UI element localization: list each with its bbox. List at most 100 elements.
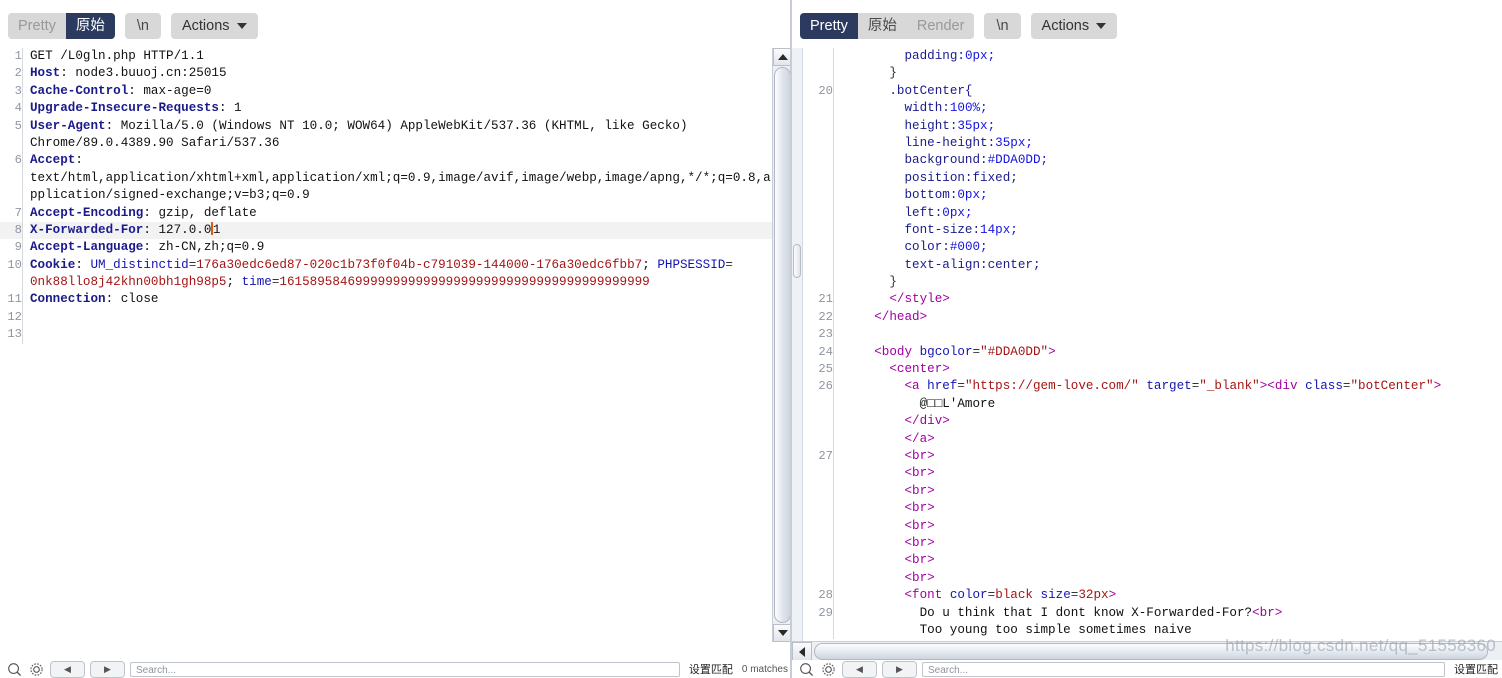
code-line-content[interactable]: Chrome/89.0.4389.90 Safari/537.36 bbox=[23, 135, 793, 152]
code-line-content[interactable]: Connection: close bbox=[23, 291, 793, 308]
code-line: @□□L'Amore bbox=[803, 395, 1502, 414]
code-line-content[interactable]: left:0px; bbox=[834, 205, 1502, 222]
code-line-content[interactable]: color:#000; bbox=[834, 239, 1502, 256]
response-hscroll-thumb[interactable] bbox=[814, 643, 1488, 660]
request-newline-button[interactable]: \n bbox=[124, 13, 161, 39]
code-line-content[interactable]: text/html,application/xhtml+xml,applicat… bbox=[23, 170, 793, 187]
code-line-content[interactable]: </head> bbox=[834, 309, 1502, 326]
code-line-content[interactable]: background:#DDA0DD; bbox=[834, 152, 1502, 169]
code-line-content[interactable]: font-size:14px; bbox=[834, 222, 1502, 239]
panel-divider[interactable] bbox=[790, 0, 792, 678]
code-token: <br> bbox=[904, 518, 935, 533]
line-number: 22 bbox=[803, 308, 834, 327]
code-line-content[interactable] bbox=[834, 326, 1502, 343]
code-line-content[interactable]: <br> bbox=[834, 500, 1502, 517]
request-editor[interactable]: 1 GET /L0gln.php HTTP/1.1 2 Host: node3.buu… bbox=[0, 48, 792, 642]
line-number bbox=[803, 134, 834, 153]
scroll-left-icon[interactable] bbox=[792, 642, 812, 661]
response-tab-render[interactable]: Render bbox=[906, 13, 975, 39]
code-line-content[interactable]: <br> bbox=[834, 448, 1502, 465]
code-line-content[interactable]: <br> bbox=[834, 570, 1502, 587]
code-line-content[interactable]: <a href="https://gem-love.com/" target="… bbox=[834, 378, 1502, 395]
code-line-content[interactable]: Accept-Language: zh-CN,zh;q=0.9 bbox=[23, 239, 793, 256]
response-horizontal-scrollbar[interactable] bbox=[792, 641, 1502, 661]
response-tab-pretty[interactable]: Pretty bbox=[800, 13, 858, 39]
code-line-content[interactable]: <br> bbox=[834, 465, 1502, 482]
code-line-content[interactable]: <br> bbox=[834, 552, 1502, 569]
code-token: bottom: bbox=[904, 188, 958, 203]
code-line-content[interactable]: Accept-Encoding: gzip, deflate bbox=[23, 205, 793, 222]
code-line-content[interactable] bbox=[23, 326, 793, 343]
code-line-content[interactable]: <br> bbox=[834, 535, 1502, 552]
response-prev-match-button[interactable]: ◀ bbox=[842, 660, 877, 678]
code-line-content[interactable]: <br> bbox=[834, 518, 1502, 535]
code-line-content[interactable]: <center> bbox=[834, 361, 1502, 378]
response-next-match-button[interactable]: ▶ bbox=[882, 660, 917, 678]
request-match-settings-label[interactable]: 设置匹配 bbox=[685, 661, 737, 677]
code-line-content[interactable]: } bbox=[834, 65, 1502, 82]
response-tab-raw[interactable]: 原始 bbox=[857, 13, 907, 39]
code-line-content[interactable]: Do u think that I dont know X-Forwarded-… bbox=[834, 605, 1502, 622]
request-tab-pretty[interactable]: Pretty bbox=[8, 13, 66, 39]
code-line-content[interactable]: .botCenter{ bbox=[834, 83, 1502, 100]
code-line: </div> bbox=[803, 413, 1502, 431]
code-line-content[interactable]: <body bgcolor="#DDA0DD"> bbox=[834, 344, 1502, 361]
request-scroll-thumb[interactable] bbox=[774, 67, 791, 623]
code-line: 29 Do u think that I dont know X-Forward… bbox=[803, 604, 1502, 622]
code-line-content[interactable]: User-Agent: Mozilla/5.0 (Windows NT 10.0… bbox=[23, 118, 793, 135]
code-line-content[interactable] bbox=[23, 309, 793, 326]
code-token: : close bbox=[105, 292, 159, 307]
code-token: : node3.buuoj.cn:25015 bbox=[60, 66, 227, 81]
code-line-content[interactable]: <font color=black size=32px> bbox=[834, 587, 1502, 604]
gear-icon[interactable] bbox=[28, 661, 45, 678]
code-line-content[interactable]: </a> bbox=[834, 431, 1502, 448]
search-circle-icon[interactable] bbox=[798, 661, 815, 678]
code-line-content[interactable]: @□□L'Amore bbox=[834, 396, 1502, 413]
request-prev-match-button[interactable]: ◀ bbox=[50, 660, 85, 678]
code-line-content[interactable]: position:fixed; bbox=[834, 170, 1502, 187]
response-search-input[interactable]: Search... bbox=[922, 661, 1445, 677]
code-line-content[interactable]: X-Forwarded-For: 127.0.0 1 bbox=[23, 221, 792, 240]
code-line-content[interactable]: line-height:35px; bbox=[834, 135, 1502, 152]
code-line-content[interactable]: width:100%; bbox=[834, 100, 1502, 117]
response-newline-button[interactable]: \n bbox=[984, 13, 1021, 39]
code-line-content[interactable]: Upgrade-Insecure-Requests: 1 bbox=[23, 100, 793, 117]
request-vertical-scrollbar[interactable] bbox=[772, 48, 792, 642]
response-vertical-scrollbar[interactable] bbox=[792, 48, 803, 642]
code-line-content[interactable]: padding:0px; bbox=[834, 48, 1502, 65]
code-line-content[interactable]: </style> bbox=[834, 291, 1502, 308]
line-number bbox=[0, 187, 23, 205]
request-tab-raw[interactable]: 原始 bbox=[65, 13, 115, 39]
code-line-content[interactable]: text-align:center; bbox=[834, 257, 1502, 274]
response-actions-button[interactable]: Actions bbox=[1030, 13, 1118, 39]
gear-icon[interactable] bbox=[820, 661, 837, 678]
code-line-content[interactable]: Cache-Control: max-age=0 bbox=[23, 83, 793, 100]
code-line-content[interactable]: </div> bbox=[834, 413, 1502, 430]
code-line-content[interactable]: Too young too simple sometimes naive bbox=[834, 622, 1502, 639]
request-search-input[interactable]: Search... bbox=[130, 661, 680, 677]
code-line-content[interactable]: <br> bbox=[834, 483, 1502, 500]
code-line-content[interactable]: } bbox=[834, 274, 1502, 291]
code-line-content[interactable]: 0nk88llo8j42khn00bh1gh98p5; time=1615895… bbox=[23, 274, 793, 291]
response-match-settings-label[interactable]: 设置匹配 bbox=[1450, 661, 1502, 677]
code-line-content[interactable]: Cookie: UM_distinctid = 176a30edc6ed87-020… bbox=[23, 257, 793, 274]
code-line-content[interactable]: bottom:0px; bbox=[834, 187, 1502, 204]
search-circle-icon[interactable] bbox=[6, 661, 23, 678]
request-actions-button[interactable]: Actions bbox=[170, 13, 258, 39]
code-line: 12 bbox=[0, 308, 793, 327]
code-line-content[interactable]: height:35px; bbox=[834, 118, 1502, 135]
code-line-content[interactable]: pplication/signed-exchange;v=b3;q=0.9 bbox=[23, 187, 793, 204]
code-token: target bbox=[1146, 379, 1192, 394]
response-scroll-thumb[interactable] bbox=[793, 244, 801, 278]
response-editor[interactable]: padding:0px; } 20 .botCenter{ width:100%;… bbox=[803, 48, 1502, 642]
request-next-match-button[interactable]: ▶ bbox=[90, 660, 125, 678]
code-line-content[interactable]: Host: node3.buuoj.cn:25015 bbox=[23, 65, 793, 82]
line-number bbox=[803, 256, 834, 275]
code-token: : zh-CN,zh;q=0.9 bbox=[143, 240, 265, 255]
line-number: 2 bbox=[0, 65, 23, 83]
code-line-content[interactable]: Accept: bbox=[23, 152, 793, 169]
code-line-content[interactable]: GET /L0gln.php HTTP/1.1 bbox=[23, 48, 793, 65]
